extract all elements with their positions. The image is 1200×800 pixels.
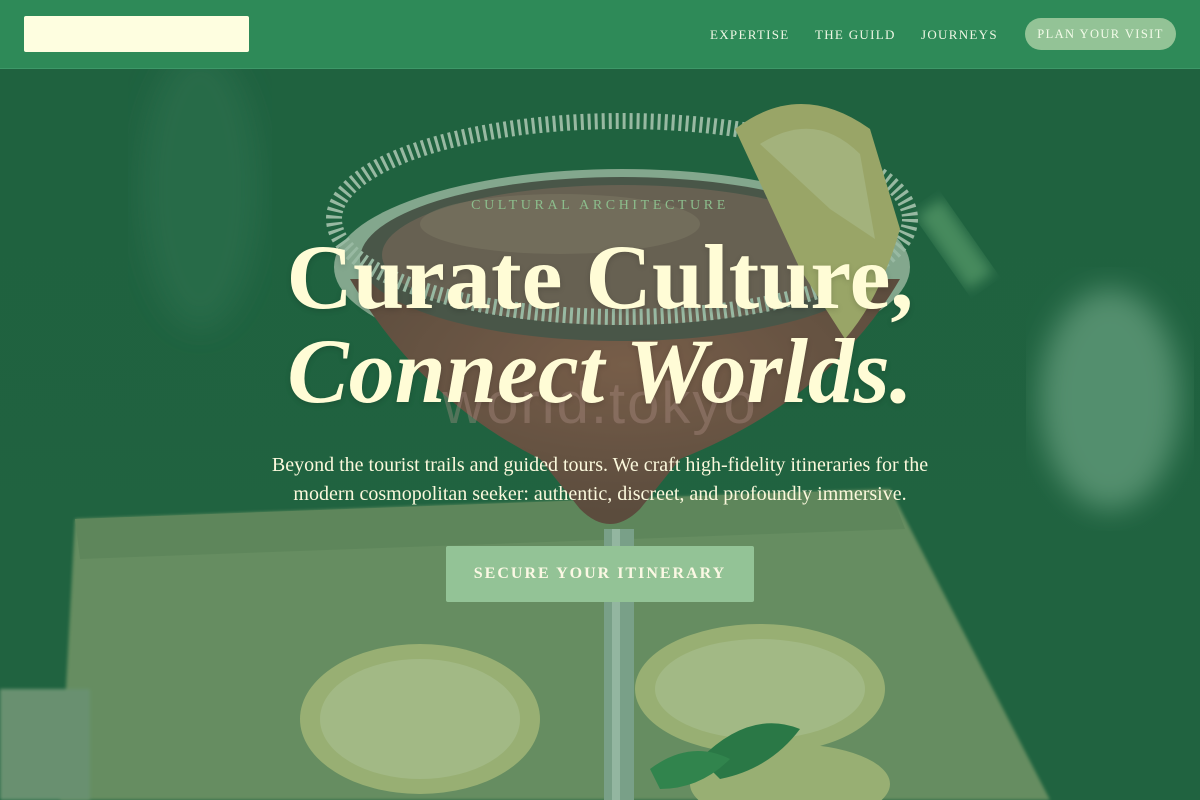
headline-line-1: Curate Culture, xyxy=(286,226,914,328)
site-header: EXPERTISE THE GUILD JOURNEYS PLAN YOUR V… xyxy=(0,0,1200,69)
hero-eyebrow: CULTURAL ARCHITECTURE xyxy=(471,198,729,213)
secure-itinerary-button[interactable]: SECURE YOUR ITINERARY xyxy=(446,546,754,602)
logo-placeholder[interactable] xyxy=(24,16,249,52)
nav-link-journeys[interactable]: JOURNEYS xyxy=(921,27,998,43)
hero-subtitle: Beyond the tourist trails and guided tou… xyxy=(271,454,929,505)
nav-link-the-guild[interactable]: THE GUILD xyxy=(815,27,896,43)
headline-line-2: Connect Worlds. xyxy=(287,320,913,422)
hero-headline: Curate Culture, Connect Worlds. xyxy=(0,230,1200,418)
landing-page: world.tokyo EXPERTISE THE GUILD JOURNEYS… xyxy=(0,0,1200,800)
nav-link-expertise[interactable]: EXPERTISE xyxy=(710,27,790,43)
plan-your-visit-button[interactable]: PLAN YOUR VISIT xyxy=(1025,18,1176,50)
